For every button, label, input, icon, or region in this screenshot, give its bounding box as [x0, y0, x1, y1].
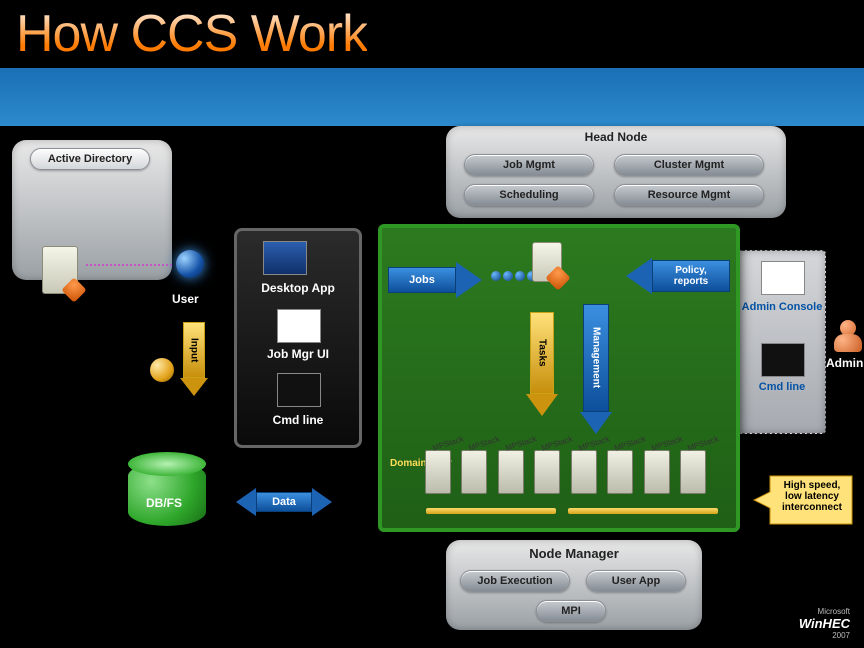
client-screen: Desktop App Job Mgr UI Cmd line: [234, 228, 362, 448]
admin-console-label: Admin Console: [739, 301, 825, 313]
job-execution-box: Job Execution: [460, 570, 570, 592]
server-icon: [42, 246, 78, 294]
interconnect-label: High speed, low latency interconnect: [774, 480, 850, 513]
node-manager-panel: Node Manager Job Execution User App MPI: [446, 540, 702, 630]
db-label: DB/FS: [146, 496, 182, 510]
cmdline-label: Cmd line: [237, 413, 359, 427]
user-label: User: [172, 292, 199, 306]
tasks-label: Tasks: [537, 339, 548, 367]
footer-logo: Microsoft WinHEC 2007: [799, 607, 850, 640]
sphere-icon: [150, 358, 174, 382]
jobs-label: Jobs: [409, 274, 435, 286]
input-arrow: Input: [180, 322, 208, 396]
job-dots: [490, 268, 538, 286]
admin-label: Admin: [826, 356, 863, 370]
policy-arrow: Policy, reports: [626, 258, 730, 294]
person-icon: [832, 320, 864, 352]
head-node-panel: Head Node Job Mgmt Cluster Mgmt Scheduli…: [446, 126, 786, 218]
active-directory-panel: Active Directory: [12, 140, 172, 280]
resource-mgmt-box: Resource Mgmt: [614, 184, 764, 206]
globe-icon: [176, 250, 204, 278]
head-server-icon: [532, 242, 562, 282]
job-mgmt-box: Job Mgmt: [464, 154, 594, 176]
footer-vendor: Microsoft: [799, 607, 850, 616]
desktop-app-thumb: [263, 241, 307, 275]
database-icon: [128, 462, 206, 526]
job-mgr-ui-thumb: [277, 309, 321, 343]
footer-year: 2007: [799, 631, 850, 640]
jobs-arrow: Jobs: [388, 262, 482, 298]
policy-label: Policy, reports: [674, 265, 708, 287]
page-title: How CCS Work: [16, 4, 367, 64]
interconnect-callout: High speed, low latency interconnect: [752, 470, 856, 535]
admin-cmdline-label: Cmd line: [739, 381, 825, 393]
job-mgr-ui-label: Job Mgr UI: [237, 347, 359, 361]
user-app-box: User App: [586, 570, 686, 592]
input-arrow-label: Input: [189, 338, 200, 362]
active-directory-label: Active Directory: [30, 148, 150, 170]
node-manager-title: Node Manager: [446, 546, 702, 561]
dotted-connector: [86, 264, 172, 266]
cluster-nodes-row: MPStack MPStack MPStack MPStack MPStack …: [422, 450, 709, 499]
management-arrow: Management: [580, 304, 612, 434]
data-arrow-label: Data: [272, 496, 296, 508]
admin-console-panel: Admin Console Cmd line: [738, 250, 826, 434]
mpi-box: MPI: [536, 600, 606, 622]
admin-cmdline-thumb: [761, 343, 805, 377]
head-node-title: Head Node: [446, 130, 786, 144]
footer-brand: WinHEC: [799, 616, 850, 631]
scheduling-box: Scheduling: [464, 184, 594, 206]
tasks-arrow: Tasks: [526, 312, 558, 416]
desktop-app-label: Desktop App: [237, 281, 359, 295]
data-arrow: Data: [236, 488, 332, 516]
cluster-green-panel: Jobs Policy, reports Tasks Management Do…: [378, 224, 740, 532]
admin-console-thumb: [761, 261, 805, 295]
management-label: Management: [591, 327, 602, 388]
cluster-mgmt-box: Cluster Mgmt: [614, 154, 764, 176]
cmdline-thumb: [277, 373, 321, 407]
